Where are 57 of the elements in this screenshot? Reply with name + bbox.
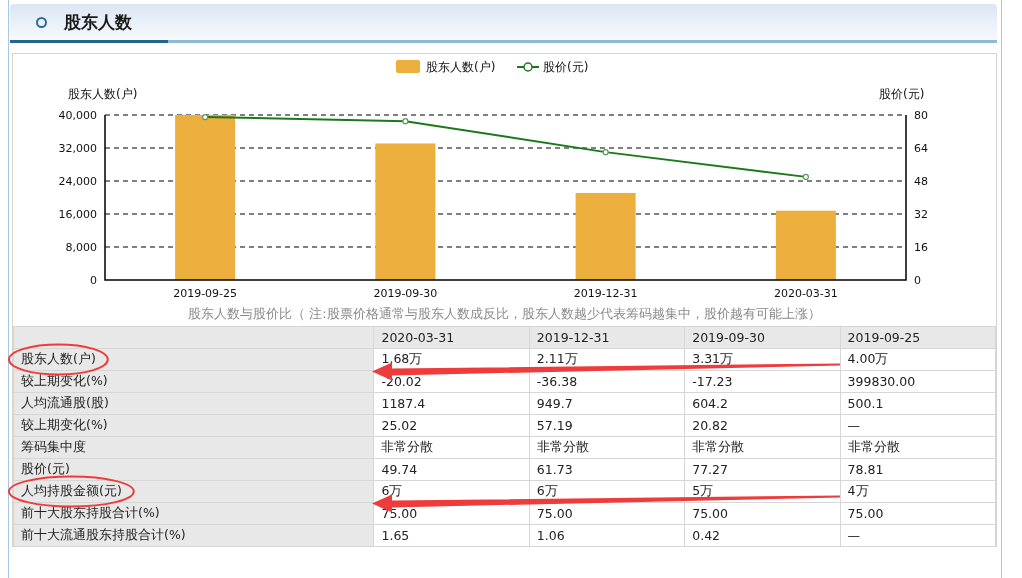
table-cell: 非常分散 — [840, 436, 996, 459]
axis-title: 股价(元) — [879, 87, 925, 101]
row-label: 较上期变化(%) — [13, 414, 374, 437]
tick-label: 80 — [914, 109, 928, 122]
axis-title: 股东人数(户) — [68, 87, 138, 101]
table-cell: 75.00 — [840, 502, 996, 525]
table-cell: — — [840, 524, 996, 547]
category-label: 2020-03-31 — [773, 287, 838, 300]
tick-label: 48 — [914, 175, 928, 188]
table-cell: 非常分散 — [684, 436, 841, 459]
row-label: 前十大流通股东持股合计(%) — [13, 524, 374, 547]
table-cell: 61.73 — [529, 458, 685, 481]
tick-label: 40,000 — [58, 109, 97, 122]
tick-label: 32 — [914, 208, 928, 221]
tick-label: 0 — [914, 274, 921, 287]
row-label: 人均流通股(股) — [13, 392, 374, 415]
row-label: 股东人数(户) — [13, 348, 374, 371]
section-title: 股东人数 — [64, 10, 132, 34]
tick-label: 16 — [914, 241, 928, 254]
table-cell: 77.27 — [684, 458, 841, 481]
category-label: 2019-12-31 — [573, 287, 638, 300]
table-cell: 1.65 — [373, 524, 530, 547]
tick-label: 32,000 — [58, 142, 97, 155]
tick-label: 0 — [90, 274, 97, 287]
table-cell: 0.42 — [684, 524, 841, 547]
table-cell: -17.23 — [684, 370, 841, 393]
legend-label: 股东人数(户) — [426, 60, 496, 74]
tick-label: 24,000 — [58, 175, 97, 188]
table-cell: 49.74 — [373, 458, 530, 481]
table-cell: 20.82 — [684, 414, 841, 437]
tick-label: 8,000 — [65, 241, 97, 254]
table-cell: 非常分散 — [373, 436, 530, 459]
table-cell: 4万 — [840, 480, 996, 503]
category-label: 2019-09-30 — [373, 287, 438, 300]
table-cell: — — [840, 414, 996, 437]
table-cell: 75.00 — [684, 502, 841, 525]
column-header: 2019-09-25 — [840, 326, 996, 349]
table-cell: 25.02 — [373, 414, 530, 437]
table-cell: 非常分散 — [529, 436, 685, 459]
table-cell: 78.81 — [840, 458, 996, 481]
category-label: 2019-09-25 — [173, 287, 238, 300]
table-cell: 399830.00 — [840, 370, 996, 393]
chart-caption: 股东人数与股价比（ 注:股票价格通常与股东人数成反比，股东人数越少代表筹码越集中，股价越有可能上涨） — [187, 305, 822, 323]
row-label: 筹码集中度 — [13, 436, 374, 459]
legend-label: 股价(元) — [543, 60, 589, 74]
column-header: 2020-03-31 — [373, 326, 530, 349]
tick-label: 64 — [914, 142, 928, 155]
table-cell: 4.00万 — [840, 348, 996, 371]
table-cell: 604.2 — [684, 392, 841, 415]
tick-label: 16,000 — [58, 208, 97, 221]
table-cell: 57.19 — [529, 414, 685, 437]
table-cell: 1187.4 — [373, 392, 530, 415]
column-header: 2019-12-31 — [529, 326, 685, 349]
column-header: 2019-09-30 — [684, 326, 841, 349]
table-cell: 500.1 — [840, 392, 996, 415]
table-cell: 949.7 — [529, 392, 685, 415]
table-cell: 1.06 — [529, 524, 685, 547]
